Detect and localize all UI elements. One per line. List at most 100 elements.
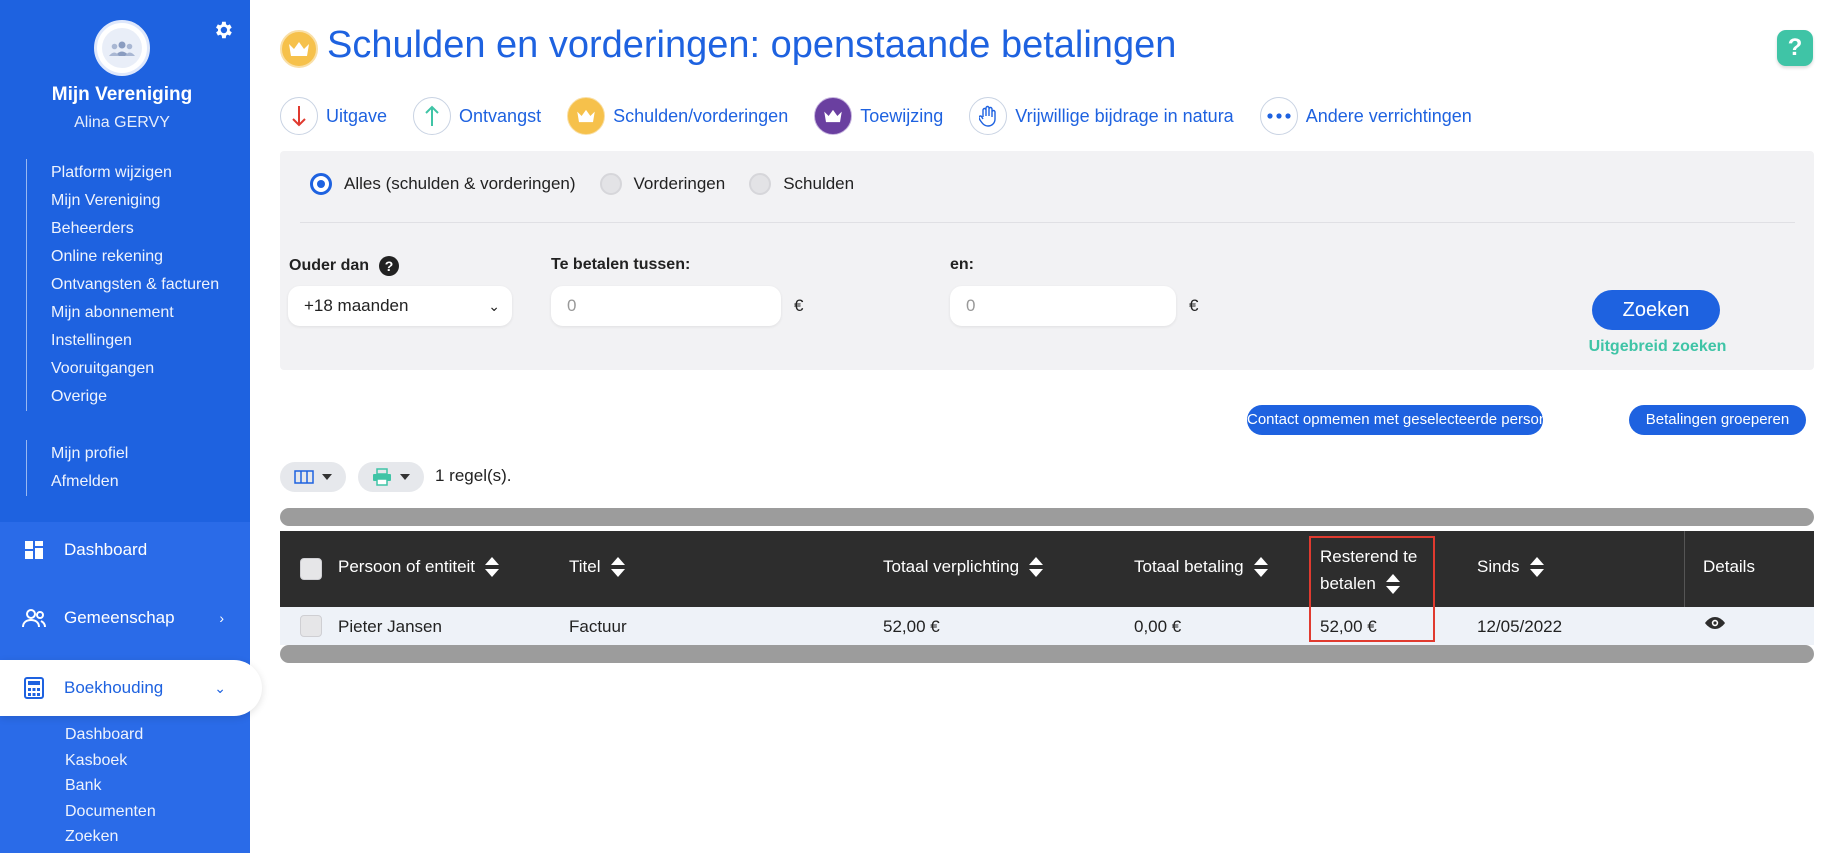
older-than-text: Ouder dan [289,257,370,274]
row-checkbox[interactable] [300,615,322,637]
table-header: Persoon of entiteit Titel Totaal verplic… [280,531,1814,607]
column-total-obligation-label: Totaal verplichting [883,557,1020,576]
nav-accounting-label: Boekhouding [64,678,164,697]
menu-item-subscription[interactable]: Mijn abonnement [51,299,219,327]
currency-symbol: € [1189,296,1199,315]
older-than-select[interactable]: +18 maanden ⌄ [288,286,512,326]
radio-debts-label: Schulden [783,174,855,193]
action-receipt[interactable]: Ontvangst [413,97,541,135]
nav-dashboard-label: Dashboard [64,540,148,559]
crown-icon [280,30,318,68]
horizontal-scrollbar-bottom[interactable] [280,645,1814,663]
gear-icon[interactable] [212,19,234,41]
cell-title: Factuur [569,617,627,636]
action-debts-label: Schulden/vorderingen [613,105,789,126]
horizontal-scrollbar-top[interactable] [280,508,1814,526]
dashboard-icon [22,538,46,562]
column-since[interactable]: Sinds [1477,557,1544,577]
row-count: 1 regel(s). [435,466,512,485]
nav-community[interactable]: Gemeenschap › [0,590,250,646]
menu-item-admins[interactable]: Beheerders [51,215,219,243]
user-name: Alina GERVY [74,114,170,131]
older-than-value: +18 maanden [304,296,409,315]
column-remaining-label-line2: betalen [1320,574,1376,593]
caret-down-icon [400,474,410,480]
column-details-label: Details [1703,557,1755,576]
column-total-obligation[interactable]: Totaal verplichting [883,557,1044,577]
chevron-down-icon: ⌄ [214,680,226,696]
column-person[interactable]: Persoon of entiteit [338,557,500,577]
submenu-documents[interactable]: Documenten [65,799,156,825]
menu-item-settings[interactable]: Instellingen [51,327,219,355]
column-remaining[interactable]: Resterend te betalen [1320,543,1417,597]
column-remaining-label-line1: Resterend te [1320,547,1418,566]
radio-debts-indicator[interactable] [749,173,772,195]
community-icon [22,606,46,630]
group-payments-button[interactable]: Betalingen groeperen [1629,405,1806,435]
arrow-down-icon [280,97,318,135]
table-row[interactable]: Pieter Jansen Factuur 52,00 € 0,00 € 52,… [280,607,1814,645]
submenu-bank[interactable]: Bank [65,773,156,799]
search-button[interactable]: Zoeken [1592,290,1720,330]
submenu-dashboard[interactable]: Dashboard [65,722,156,748]
column-title[interactable]: Titel [569,557,625,577]
max-amount-input[interactable]: 0 [950,286,1176,326]
column-person-label: Persoon of entiteit [338,557,476,576]
menu-item-receipts-invoices[interactable]: Ontvangsten & facturen [51,271,219,299]
menu-item-logout[interactable]: Afmelden [51,468,128,496]
menu-item-other[interactable]: Overige [51,383,219,411]
cell-person: Pieter Jansen [338,617,442,636]
organization-avatar[interactable] [94,20,150,76]
menu-item-platform[interactable]: Platform wijzigen [51,159,219,187]
submenu-search[interactable]: Zoeken [65,824,156,850]
chevron-right-icon: › [219,610,224,626]
column-total-payment[interactable]: Totaal betaling [1134,557,1268,577]
radio-debts[interactable]: Schulden [749,173,854,195]
action-expense-label: Uitgave [326,105,388,126]
hand-icon [969,97,1008,135]
menu-item-my-profile[interactable]: Mijn profiel [51,440,128,468]
sort-icon [610,557,625,577]
nav-accounting[interactable]: Boekhouding ⌄ [0,660,262,716]
nav-dashboard[interactable]: Dashboard [0,522,250,578]
action-bar: Uitgave Ontvangst Schulden/vorderingen T… [280,96,1498,136]
action-other[interactable]: Andere verrichtingen [1259,97,1472,135]
payments-table: Persoon of entiteit Titel Totaal verplic… [280,531,1814,645]
column-total-payment-label: Totaal betaling [1134,557,1244,576]
radio-receivables-label: Vorderingen [633,174,726,193]
menu-item-my-organization[interactable]: Mijn Vereniging [51,187,219,215]
action-in-kind[interactable]: Vrijwillige bijdrage in natura [969,97,1234,135]
radio-receivables[interactable]: Vorderingen [599,173,726,195]
sort-icon [1529,557,1544,577]
column-remaining-line2: betalen [1320,570,1417,597]
columns-toggle[interactable] [280,462,346,492]
contact-selected-button[interactable]: Contact opmemen met geselecteerde person… [1247,405,1564,435]
action-in-kind-label: Vrijwillige bijdrage in natura [1015,105,1234,126]
action-expense[interactable]: Uitgave [280,97,387,135]
arrow-up-icon [413,97,452,135]
radio-receivables-indicator[interactable] [599,173,622,195]
menu-item-progress[interactable]: Vooruitgangen [51,355,219,383]
action-other-label: Andere verrichtingen [1305,105,1472,126]
action-allocation-label: Toewijzing [860,105,944,126]
min-amount-input[interactable]: 0 [551,286,781,326]
help-button[interactable]: ? [1777,30,1813,66]
page-title: Schulden en vorderingen: openstaande bet… [327,24,1177,66]
calculator-icon [22,676,46,700]
column-since-label: Sinds [1477,557,1520,576]
action-debts[interactable]: Schulden/vorderingen [567,97,788,135]
radio-all[interactable]: Alles (schulden & vorderingen) [310,173,576,195]
advanced-search-link[interactable]: Uitgebreid zoeken [1560,338,1755,356]
sort-icon [1385,573,1400,594]
print-menu[interactable] [358,462,424,492]
cell-remaining: 52,00 € [1320,617,1377,636]
divider [300,222,1795,223]
select-all-checkbox[interactable] [300,558,322,580]
and-label: en: [950,256,974,273]
radio-all-indicator[interactable] [310,173,332,195]
menu-item-online-account[interactable]: Online rekening [51,243,219,271]
action-allocation[interactable]: Toewijzing [814,97,943,135]
question-icon[interactable]: ? [379,256,400,276]
eye-icon[interactable] [1704,615,1726,635]
submenu-cashbook[interactable]: Kasboek [65,748,156,774]
